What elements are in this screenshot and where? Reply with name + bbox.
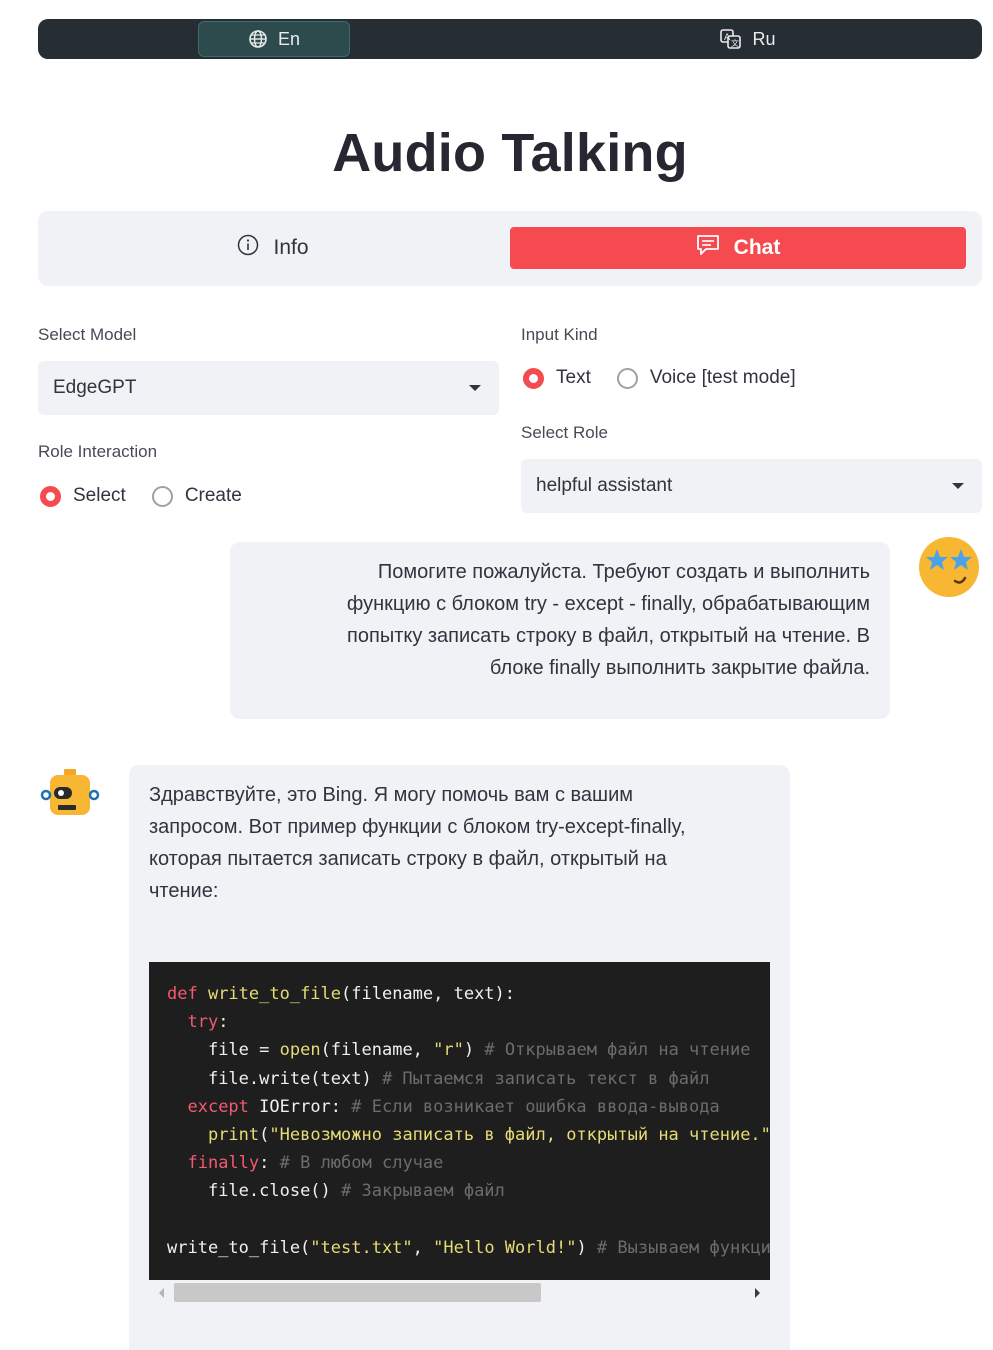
radio-select-indicator [40,485,61,507]
tab-chat-label: Chat [733,236,781,259]
input-kind-radio-group: Text Voice [test mode] [523,367,822,389]
select-role-label: Select Role [521,423,608,442]
input-kind-label: Input Kind [521,325,598,344]
radio-text-label: Text [556,367,591,388]
tab-bar: Info Chat [38,211,982,286]
radio-voice-indicator [616,367,638,389]
radio-select-label: Select [73,485,126,506]
assistant-message: Здравствуйте, это Bing. Я могу помочь ва… [129,765,790,1350]
tab-info[interactable]: Info [38,227,508,269]
select-model-label: Select Model [38,325,137,344]
radio-create-indicator [151,485,173,507]
model-select-value: EdgeGPT [53,377,137,398]
role-select-value: helpful assistant [536,475,673,496]
user-message-line: Помогите пожалуйста. Требуют создать и в… [377,561,870,583]
language-ru-label: Ru [752,28,776,49]
scrollbar-thumb[interactable] [174,1283,541,1302]
globe-icon [248,29,268,49]
chat-icon [696,234,720,262]
assistant-message-line: Здравствуйте, это Bing. Я могу помочь ва… [149,784,633,806]
user-message-line: функцию с блоком try - except - finally,… [346,593,870,615]
tab-chat[interactable]: Chat [510,227,966,269]
scroll-left-arrow-icon[interactable] [159,1288,164,1298]
radio-create[interactable]: Create [151,485,242,507]
tab-info-label: Info [273,236,309,259]
svg-text:A: A [724,33,731,43]
info-icon [237,234,259,262]
language-en-button[interactable]: En [198,21,350,57]
radio-text-indicator [523,367,544,389]
page-title: Audio Talking [332,123,688,183]
user-avatar [917,535,981,599]
translate-icon: A文 [720,29,742,49]
assistant-message-line: которая пытается записать строку в файл,… [149,848,667,870]
bot-avatar [40,765,100,825]
code-horizontal-scrollbar[interactable] [149,1280,770,1306]
radio-create-label: Create [184,485,242,506]
role-select[interactable]: helpful assistant [521,459,982,513]
star-eyes-emoji-icon [919,537,979,597]
user-message-line: попытку записать строку в файл, открытый… [347,625,870,647]
language-ru-button[interactable]: A文 Ru [668,21,828,57]
code-block[interactable]: def write_to_file(filename, text): try: … [149,962,770,1280]
robot-avatar-icon [40,769,100,815]
chevron-down-icon [952,483,964,489]
user-message: Помогите пожалуйста. Требуют создать и в… [230,542,890,719]
role-interaction-radio-group: Select Create [40,485,268,507]
svg-text:文: 文 [731,38,739,48]
radio-voice[interactable]: Voice [test mode] [616,367,796,389]
radio-select[interactable]: Select [40,485,126,507]
language-en-label: En [277,28,301,49]
role-interaction-label: Role Interaction [38,442,158,461]
radio-text[interactable]: Text [523,367,591,389]
scroll-right-arrow-icon[interactable] [755,1288,760,1298]
model-select[interactable]: EdgeGPT [38,361,499,415]
language-bar: En A文 Ru [38,19,982,59]
chevron-down-icon [469,385,481,391]
assistant-message-line: чтение: [149,880,219,902]
assistant-message-line: запросом. Вот пример функции с блоком tr… [149,816,686,838]
radio-voice-label: Voice [test mode] [649,367,796,388]
code-content: def write_to_file(filename, text): try: … [167,984,770,1258]
user-message-line: блоке finally выполнить закрытие файла. [489,657,870,679]
assistant-message-text: Здравствуйте, это Bing. Я могу помочь ва… [149,779,759,907]
